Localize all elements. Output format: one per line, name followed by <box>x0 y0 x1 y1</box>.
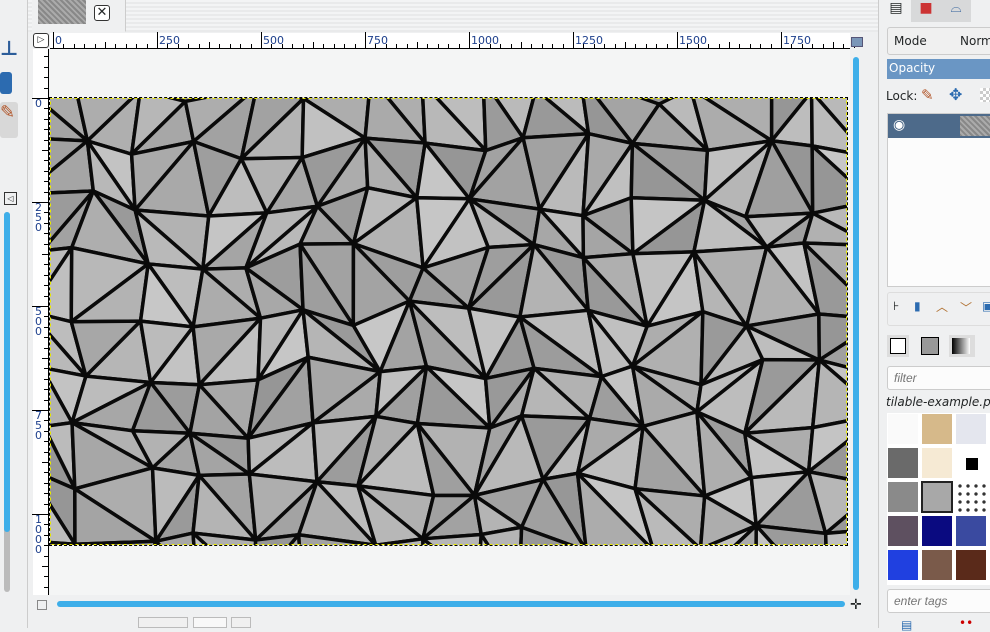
brushes-tab[interactable] <box>887 335 909 357</box>
patterns-grid <box>887 413 990 585</box>
zoom-select[interactable] <box>193 617 227 628</box>
layer-thumbnail <box>960 116 990 136</box>
pattern-swatch[interactable] <box>887 481 919 513</box>
pattern-swatch[interactable] <box>955 549 987 581</box>
edit-pattern-icon[interactable]: ▤ <box>901 618 912 632</box>
ruler-top-label: 1500 <box>679 34 707 47</box>
navigate-icon[interactable]: ✛ <box>850 597 862 613</box>
ruler-top-label: 1750 <box>783 34 811 47</box>
quick-mask-toggle-icon[interactable]: ▷ <box>33 33 49 48</box>
layer-row[interactable]: ◉ <box>888 114 990 138</box>
status-bar <box>138 617 258 628</box>
lock-position-icon[interactable]: ✥ <box>949 85 962 104</box>
selected-pattern-name: tilable-example.png (4 <box>886 395 990 409</box>
pattern-swatch[interactable] <box>921 413 953 445</box>
ruler-top-label: 1250 <box>575 34 603 47</box>
gradients-tab[interactable] <box>949 335 975 357</box>
pattern-swatch[interactable] <box>955 413 987 445</box>
vertical-scrollbar[interactable] <box>853 57 859 590</box>
unit-select[interactable] <box>138 617 188 628</box>
pattern-swatch[interactable] <box>887 515 919 547</box>
new-layer-group-icon[interactable]: ⊦ <box>893 299 899 313</box>
ruler-top-label: 0 <box>55 34 62 47</box>
canvas-area[interactable] <box>49 49 850 595</box>
channels-icon: ■ <box>919 0 933 16</box>
lock-alpha-icon[interactable] <box>980 88 990 102</box>
gradient-icon <box>952 338 970 354</box>
quick-mask-button[interactable] <box>37 600 47 610</box>
toolbox-scrollbar[interactable] <box>4 212 10 592</box>
ruler-top-label: 750 <box>367 34 388 47</box>
layers-tab[interactable]: ▤ <box>881 0 911 22</box>
channels-tab[interactable]: ■ <box>911 0 941 22</box>
image-tab[interactable]: ✕ <box>32 0 126 32</box>
ruler-left-label: 750 <box>35 409 42 442</box>
pattern-swatch[interactable] <box>921 549 953 581</box>
lock-label: Lock: <box>886 89 918 103</box>
close-icon[interactable]: ✕ <box>94 5 110 21</box>
ruler-top-label: 1000 <box>471 34 499 47</box>
image-canvas[interactable] <box>49 97 848 546</box>
pattern-swatch[interactable] <box>887 447 919 479</box>
ruler-left-label: 500 <box>35 305 42 338</box>
opacity-label: Opacity <box>889 61 936 75</box>
toolbox: ⊥ ✎ ◁ <box>0 0 28 628</box>
pattern-swatch[interactable] <box>921 515 953 547</box>
patterns-tab[interactable] <box>917 333 947 359</box>
image-tab-strip: ✕ <box>28 0 878 32</box>
ruler-left-label: 1000 <box>35 513 42 556</box>
paths-tab[interactable]: ⌓ <box>941 0 971 22</box>
pattern-icon <box>921 337 939 355</box>
stone-tile <box>823 529 847 545</box>
align-tool-icon[interactable]: ⊥ <box>0 36 20 60</box>
pattern-filter-input[interactable] <box>887 366 990 390</box>
raise-layer-icon[interactable]: ︿ <box>936 298 948 315</box>
pattern-swatch[interactable] <box>955 515 987 547</box>
right-dock: ▤ ■ ⌓ Mode Normal Opacity Lock: ✎ ✥ ◉ ⊦ … <box>878 0 990 632</box>
ruler-left-label: 250 <box>35 201 42 234</box>
lock-pixels-icon[interactable]: ✎ <box>921 86 934 104</box>
layers-buttons: ⊦ ▮ ︿ ﹀ ▣ <box>887 292 990 326</box>
status-button[interactable] <box>231 617 251 628</box>
pattern-swatch[interactable] <box>955 447 987 479</box>
stone-texture <box>50 98 847 545</box>
pattern-swatch[interactable] <box>887 549 919 581</box>
visibility-eye-icon[interactable]: ◉ <box>893 117 905 133</box>
layers-list: ◉ <box>887 113 990 287</box>
paintbrush-tool-icon[interactable]: ✎ <box>0 102 18 138</box>
image-thumbnail <box>38 0 86 24</box>
pattern-swatch[interactable] <box>887 413 919 445</box>
horizontal-scrollbar[interactable] <box>57 601 845 607</box>
collapse-icon[interactable]: ◁ <box>4 192 17 205</box>
brush-icon <box>890 338 906 354</box>
ruler-top-label: 500 <box>263 34 284 47</box>
ruler-left: 0 250 500 750 1000 <box>32 49 49 595</box>
opacity-slider[interactable]: Opacity <box>887 59 990 79</box>
mode-label: Mode <box>894 34 927 48</box>
ruler-left-label: 0 <box>35 97 42 110</box>
lower-layer-icon[interactable]: ﹀ <box>960 299 972 316</box>
lock-tool-icon[interactable] <box>0 72 12 94</box>
layers-icon: ▤ <box>889 0 903 16</box>
pattern-swatch[interactable] <box>955 481 987 513</box>
ruler-top: 0 250 500 750 1000 1250 1500 1750 <box>50 32 855 49</box>
zoom-icon[interactable] <box>851 37 863 47</box>
mode-value: Normal <box>960 34 990 48</box>
pattern-swatch[interactable] <box>921 447 953 479</box>
new-layer-icon[interactable]: ▮ <box>914 299 921 313</box>
mode-select[interactable]: Mode Normal <box>887 27 990 55</box>
ruler-top-label: 250 <box>159 34 180 47</box>
paths-icon: ⌓ <box>950 0 962 16</box>
pattern-swatch[interactable] <box>921 481 953 513</box>
duplicate-layer-icon[interactable]: ▣ <box>982 299 990 313</box>
pattern-tags-input[interactable] <box>887 589 990 613</box>
